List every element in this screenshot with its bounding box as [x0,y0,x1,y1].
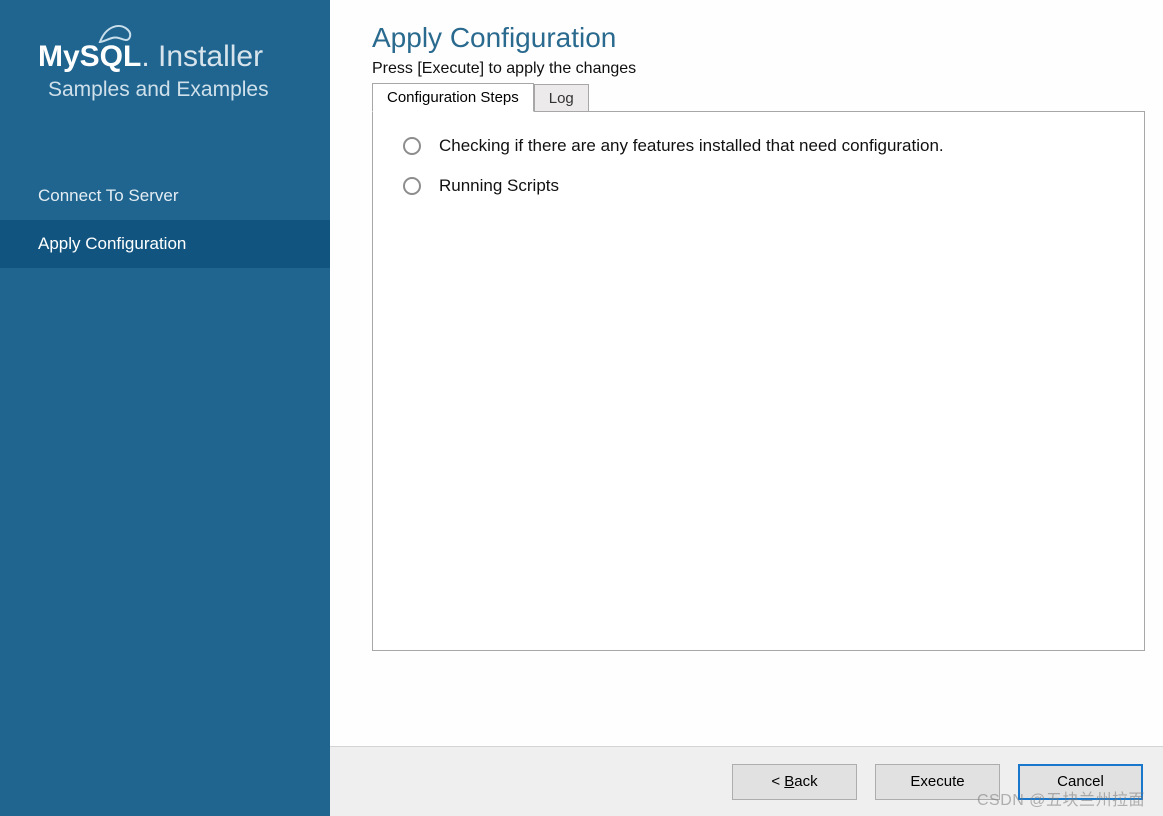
page-subtext: Press [Execute] to apply the changes [372,60,1145,78]
logo-title: MySQL. Installer [38,40,300,74]
tab-log[interactable]: Log [534,84,589,112]
step-item: Checking if there are any features insta… [403,136,1114,156]
status-pending-icon [403,137,421,155]
back-button[interactable]: < Back [732,764,857,800]
configuration-steps-panel: Checking if there are any features insta… [372,111,1145,651]
tab-configuration-steps[interactable]: Configuration Steps [372,83,534,112]
watermark-text: CSDN @五块兰州拉面 [977,786,1145,810]
main-panel: Apply Configuration Press [Execute] to a… [330,0,1163,816]
step-item: Running Scripts [403,176,1114,196]
sidebar: MySQL. Installer Samples and Examples Co… [0,0,330,816]
tab-row: Configuration Steps Log [372,82,1145,111]
logo-subtitle: Samples and Examples [48,78,300,102]
page-title: Apply Configuration [372,22,1145,54]
sidebar-item-apply-configuration[interactable]: Apply Configuration [0,220,330,268]
wizard-nav: Connect To Server Apply Configuration [0,172,330,268]
status-pending-icon [403,177,421,195]
step-label: Running Scripts [439,176,559,196]
step-label: Checking if there are any features insta… [439,136,944,156]
sidebar-item-connect-to-server[interactable]: Connect To Server [0,172,330,220]
logo-block: MySQL. Installer Samples and Examples [0,0,330,112]
